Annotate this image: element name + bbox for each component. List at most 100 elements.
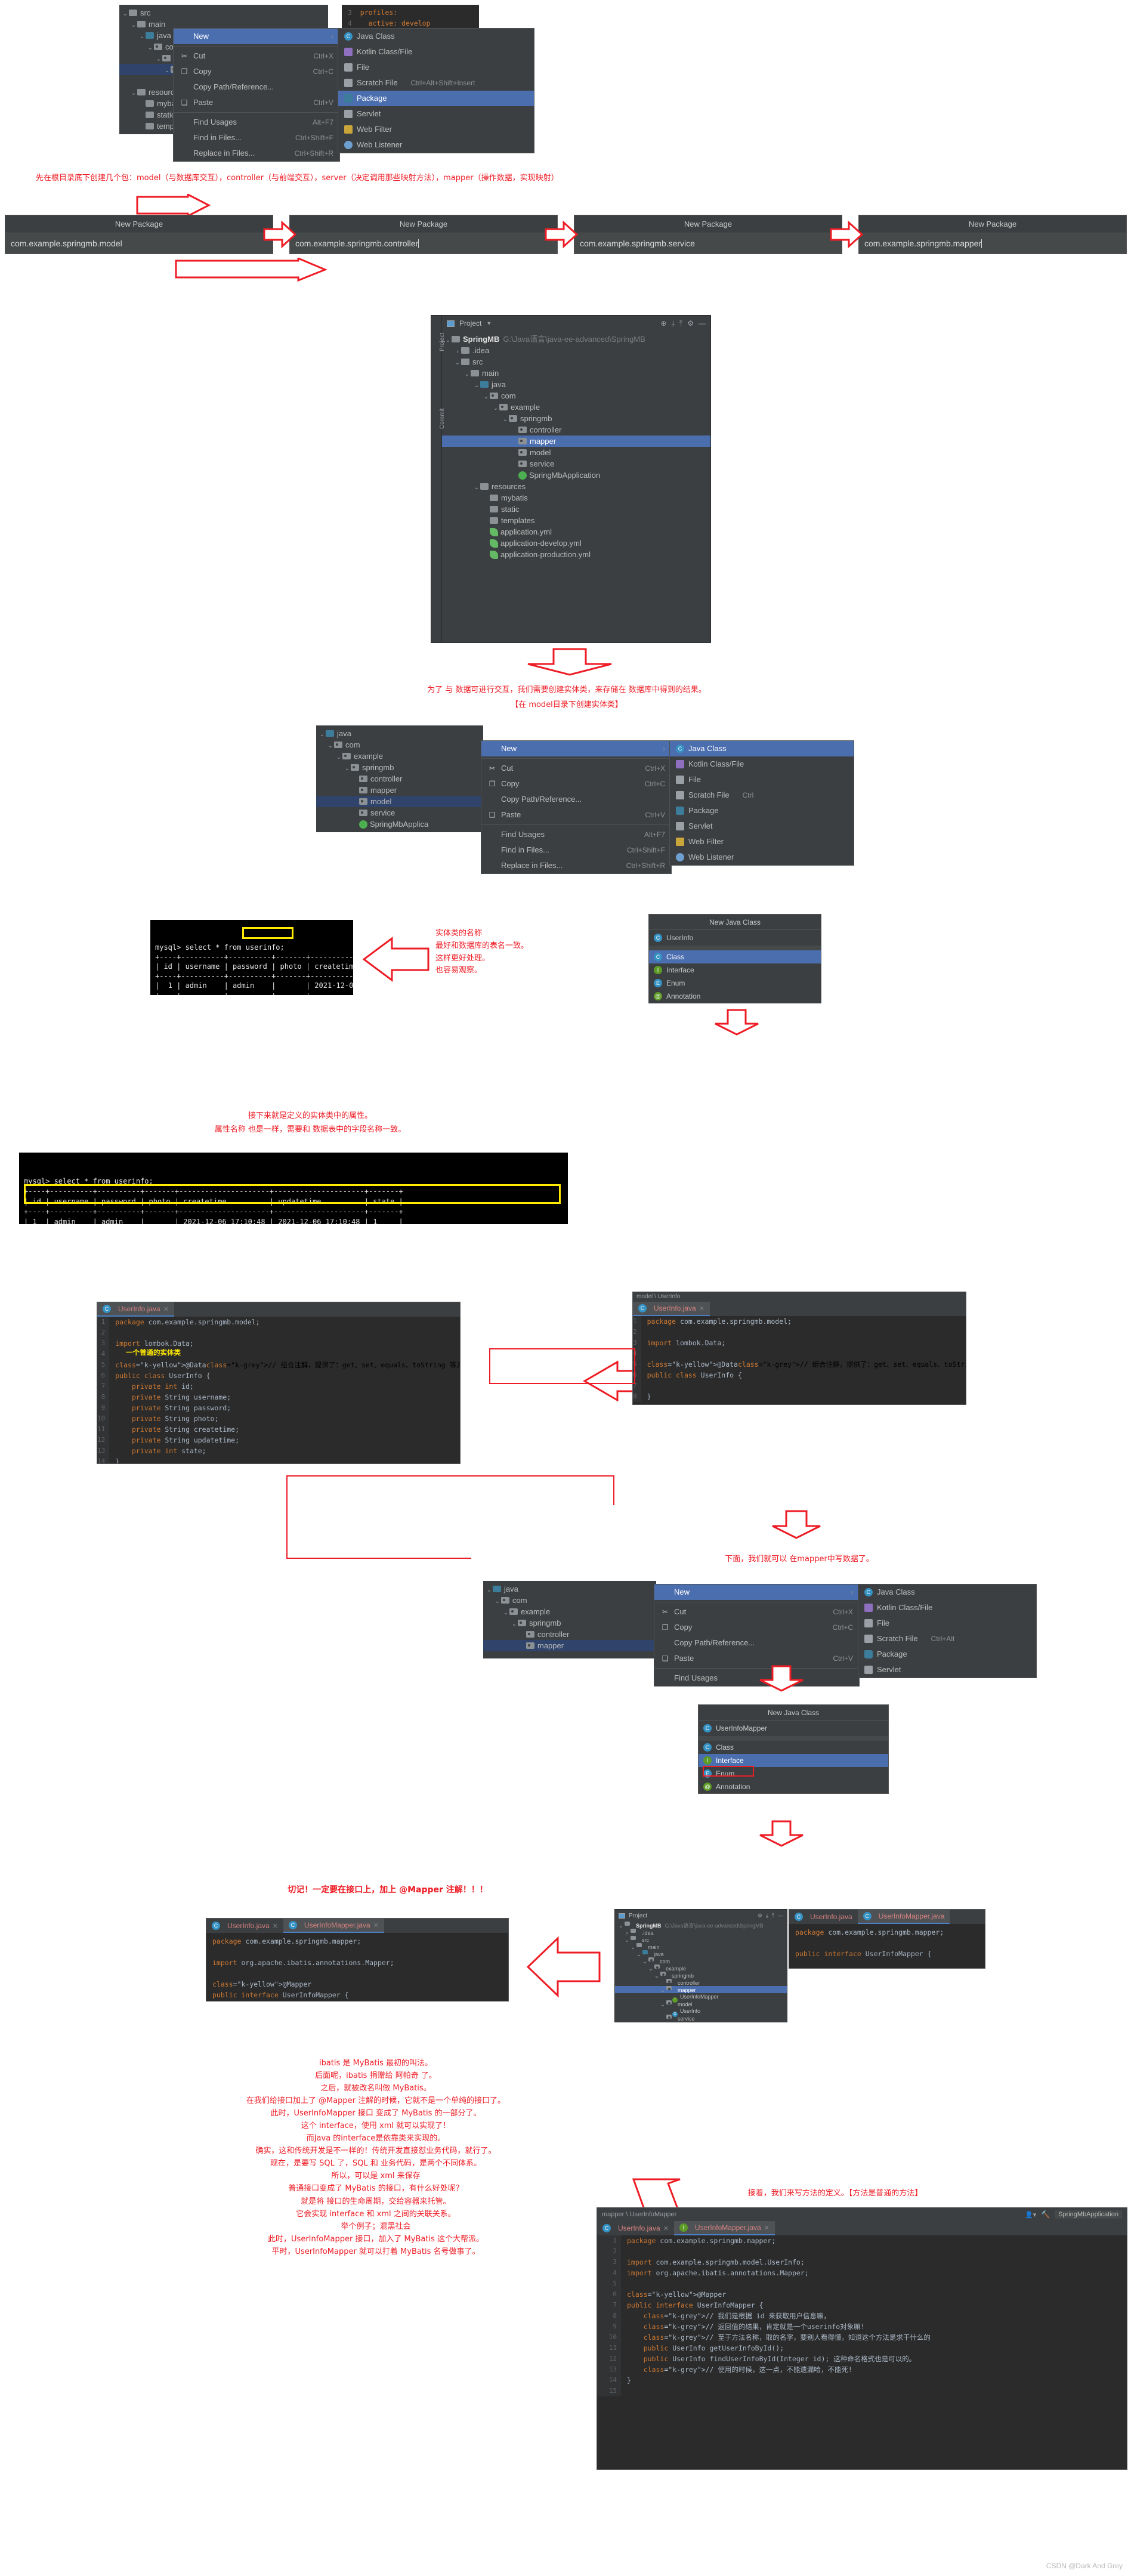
tree-item[interactable]: ⌄ main <box>442 367 710 379</box>
chevron-down-icon[interactable]: ▼ <box>486 320 492 326</box>
editor-tabbar[interactable]: C UserInfo.java ✕ <box>633 1302 966 1316</box>
tree-item[interactable]: ⌄ example <box>316 750 483 762</box>
profile-icon[interactable]: 👤▾ <box>1025 2211 1036 2219</box>
minimize-icon[interactable]: — <box>778 1913 783 1919</box>
collapse-all-icon[interactable]: ⤒ <box>772 1913 774 1919</box>
editor-code-final[interactable]: package com.example.springmb.mapper; imp… <box>621 2235 931 2396</box>
submenu-item[interactable]: C Java Class <box>670 741 854 756</box>
project-tree-2[interactable]: ⌄ SpringMB G:\Java语言\java-ee-advanced\Spri… <box>615 1922 787 2022</box>
tree-item[interactable]: ⌄ model <box>615 2000 787 2008</box>
tree-expander[interactable]: ⌄ <box>130 20 137 31</box>
step1-context-menu[interactable]: New › ✂ Cut Ctrl+X ❐ Copy Ctrl+C Copy Path/Refer… <box>173 28 340 162</box>
tree-expander[interactable]: ⌄ <box>454 357 461 369</box>
tree-item[interactable]: static <box>442 504 710 515</box>
class-kind-option[interactable]: I Interface <box>649 963 821 977</box>
tree-expander[interactable]: ⌄ <box>335 752 342 763</box>
step3-new-submenu[interactable]: C Java Class Kotlin Class/File File Scratch … <box>858 1584 1037 1678</box>
menu-item[interactable]: ❐ Copy Ctrl+C <box>654 1620 859 1635</box>
class-kind-option[interactable]: I Interface <box>699 1754 888 1767</box>
editor-code-mapper[interactable]: package com.example.springmb.mapper; imp… <box>206 1933 508 2001</box>
tree-item[interactable]: ⌄ java <box>316 728 483 739</box>
close-icon[interactable]: ✕ <box>764 2224 770 2232</box>
tree-item[interactable]: ⌄com <box>442 390 710 401</box>
submenu-item[interactable]: Web Filter <box>670 834 854 850</box>
menu-item[interactable]: ❑ Paste Ctrl+V <box>481 807 671 823</box>
tab-userinfo-java-2[interactable]: C UserInfo.java ✕ <box>206 1919 283 1933</box>
tree-item[interactable]: model <box>316 796 483 807</box>
interface-name-input[interactable]: C UserInfoMapper <box>699 1721 888 1736</box>
menu-item[interactable]: Find Usages Alt+F7 <box>481 827 671 842</box>
tree-item[interactable]: controller <box>615 1979 787 1986</box>
package-name-input[interactable]: com.example.springmb.mapper <box>859 233 1126 254</box>
menu-item[interactable]: Find in Files... Ctrl+Shift+F <box>174 130 339 146</box>
editor-code-mapper-right[interactable]: package com.example.springmb.mapper; pub… <box>789 1924 985 1968</box>
tree-expander[interactable]: ⌄ <box>511 1619 518 1630</box>
step2-context-menu[interactable]: New › ✂ Cut Ctrl+X ❐ Copy Ctrl+C Copy Path/Refer… <box>481 740 672 874</box>
class-kind-option[interactable]: C Class <box>699 1741 888 1754</box>
tree-expander[interactable]: ⌄ <box>463 369 471 380</box>
tree-item[interactable]: controller <box>483 1629 656 1640</box>
menu-item[interactable]: New › <box>481 741 671 756</box>
tree-item[interactable]: ⌄springmb <box>615 1972 787 1979</box>
tree-item[interactable]: ⌄springmb <box>442 413 710 424</box>
package-name-input[interactable]: com.example.springmb.model <box>5 233 273 254</box>
menu-item[interactable]: Find Usages <box>654 1670 859 1686</box>
tree-item[interactable]: mapper <box>316 784 483 796</box>
submenu-item[interactable]: Web Listener <box>338 137 534 153</box>
tree-item[interactable]: model <box>442 447 710 458</box>
close-icon[interactable]: ✕ <box>163 1305 169 1313</box>
gear-icon[interactable]: ⚙ <box>758 1913 762 1919</box>
tree-expander[interactable]: ⌄ <box>486 1584 493 1596</box>
side-tab-commit[interactable]: Commit <box>439 409 446 429</box>
submenu-item[interactable]: Kotlin Class/File <box>338 44 534 60</box>
submenu-item[interactable]: Web Filter <box>338 122 534 137</box>
tree-item[interactable]: controller <box>316 773 483 784</box>
side-tab-project[interactable]: Project <box>439 333 446 351</box>
tree-item[interactable]: ⌄springmb <box>316 762 483 773</box>
close-icon[interactable]: ✕ <box>373 1922 379 1929</box>
tree-expander[interactable]: ⌄ <box>492 403 499 414</box>
build-icon[interactable]: 🔨 <box>1041 2210 1050 2219</box>
editor-tabbar-mapper-right[interactable]: C UserInfo.java C UserInfoMapper.java <box>789 1910 985 1924</box>
class-kind-option[interactable]: C Class <box>649 950 821 963</box>
tab-userinfo-java[interactable]: C UserInfo.java ✕ <box>633 1302 710 1316</box>
menu-item[interactable]: Replace in Files... Ctrl+Shift+R <box>174 146 339 161</box>
tree-expander[interactable]: ⌄ <box>502 1607 509 1619</box>
project-tree-main[interactable]: ⌄ SpringMB G:\Java语言\java-ee-advanced\Spri… <box>442 331 710 563</box>
close-icon[interactable]: ✕ <box>699 1305 704 1312</box>
tab-userinfomapper-java-3[interactable]: I UserInfoMapper.java ✕ <box>673 2221 775 2235</box>
run-config-selector[interactable]: SpringMbApplication <box>1055 2210 1122 2219</box>
tree-expander[interactable]: ⌄ <box>494 1596 501 1607</box>
submenu-item[interactable]: File <box>670 772 854 787</box>
submenu-item[interactable]: C Java Class <box>858 1584 1036 1600</box>
tree-item[interactable]: ⌄ example <box>483 1606 656 1617</box>
tree-item[interactable]: I UserInfoMapper <box>615 1993 787 2003</box>
tree-item[interactable]: ⌄ example <box>442 401 710 413</box>
tree-item[interactable]: ⌄springmb <box>483 1617 656 1629</box>
submenu-item[interactable]: Servlet <box>670 818 854 834</box>
tree-item[interactable]: SpringMbApplication <box>442 470 710 481</box>
editor-tabbar-mapper[interactable]: C UserInfo.java ✕ C UserInfoMapper.java … <box>206 1919 508 1933</box>
submenu-item[interactable]: File <box>338 60 534 75</box>
editor-code-full[interactable]: package com.example.springmb.model; impo… <box>109 1317 460 1463</box>
submenu-item[interactable]: Servlet <box>858 1662 1036 1678</box>
submenu-item[interactable]: Scratch File Ctrl+Alt+Shift+Insert <box>338 75 534 91</box>
collapse-all-icon[interactable]: ⤒ <box>679 319 682 328</box>
submenu-item[interactable]: Servlet <box>338 106 534 122</box>
tree-expander[interactable]: ⌄ <box>327 740 334 752</box>
menu-item[interactable]: ✂ Cut Ctrl+X <box>481 761 671 776</box>
submenu-item[interactable]: Scratch File Ctrl <box>670 787 854 803</box>
tree-item[interactable]: ⌄ SpringMB G:\Java语言\java-ee-advanced\Spri… <box>442 333 710 345</box>
editor-tabbar-final[interactable]: C UserInfo.java ✕ I UserInfoMapper.java … <box>597 2221 1127 2235</box>
new-package-dialog[interactable]: New Package com.example.springmb.model <box>5 215 273 254</box>
tree-expander[interactable]: ⌄ <box>138 31 146 42</box>
step2-new-submenu[interactable]: C Java Class Kotlin Class/File File Scratch … <box>669 740 854 866</box>
tree-item[interactable]: templates <box>442 515 710 526</box>
tree-item[interactable]: mybatis <box>442 492 710 504</box>
tree-item[interactable]: ⌄com <box>615 1957 787 1965</box>
tree-expander[interactable]: ⌄ <box>147 42 154 54</box>
tree-item[interactable]: ⌄ java <box>615 1950 787 1958</box>
tree-item[interactable]: ⌄ mapper <box>615 1986 787 1994</box>
menu-item[interactable]: Copy Path/Reference... <box>654 1635 859 1651</box>
new-package-dialog[interactable]: New Package com.example.springmb.mapper <box>858 215 1127 254</box>
